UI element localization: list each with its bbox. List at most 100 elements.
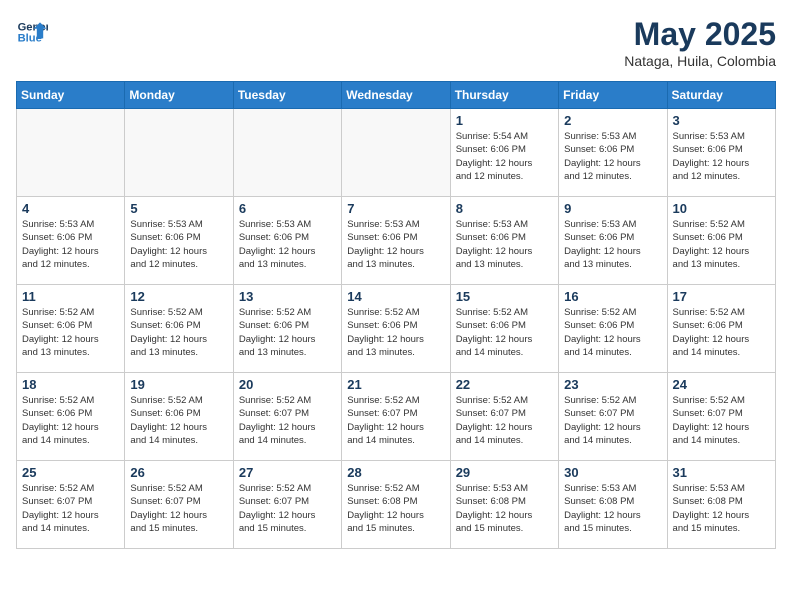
day-number: 25 [22,465,119,480]
day-number: 28 [347,465,444,480]
calendar-cell: 14 Sunrise: 5:52 AM Sunset: 6:06 PM Dayli… [342,285,450,373]
day-info: Sunrise: 5:53 AM Sunset: 6:06 PM Dayligh… [239,218,336,271]
day-info: Sunrise: 5:52 AM Sunset: 6:06 PM Dayligh… [456,306,553,359]
calendar-cell: 5 Sunrise: 5:53 AM Sunset: 6:06 PM Daylig… [125,197,233,285]
calendar-cell: 25 Sunrise: 5:52 AM Sunset: 6:07 PM Dayli… [17,461,125,549]
calendar-cell: 29 Sunrise: 5:53 AM Sunset: 6:08 PM Dayli… [450,461,558,549]
calendar-cell: 31 Sunrise: 5:53 AM Sunset: 6:08 PM Dayli… [667,461,775,549]
calendar-cell: 26Sunrise: 5:52 AM Sunset: 6:07 PM Dayli… [125,461,233,549]
day-info: Sunrise: 5:52 AM Sunset: 6:07 PM Dayligh… [130,482,227,535]
day-number: 27 [239,465,336,480]
calendar-cell [125,109,233,197]
day-info: Sunrise: 5:53 AM Sunset: 6:06 PM Dayligh… [564,130,661,183]
day-info: Sunrise: 5:52 AM Sunset: 6:06 PM Dayligh… [673,306,770,359]
calendar-cell: 3 Sunrise: 5:53 AM Sunset: 6:06 PM Daylig… [667,109,775,197]
col-monday: Monday [125,82,233,109]
title-block: May 2025 Nataga, Huila, Colombia [624,16,776,69]
week-row-3: 11 Sunrise: 5:52 AM Sunset: 6:06 PM Dayli… [17,285,776,373]
day-number: 30 [564,465,661,480]
calendar-cell: 6 Sunrise: 5:53 AM Sunset: 6:06 PM Daylig… [233,197,341,285]
day-info: Sunrise: 5:53 AM Sunset: 6:08 PM Dayligh… [673,482,770,535]
day-number: 29 [456,465,553,480]
col-thursday: Thursday [450,82,558,109]
day-number: 3 [673,113,770,128]
calendar-cell: 12 Sunrise: 5:52 AM Sunset: 6:06 PM Dayli… [125,285,233,373]
day-info: Sunrise: 5:53 AM Sunset: 6:06 PM Dayligh… [673,130,770,183]
day-info: Sunrise: 5:52 AM Sunset: 6:07 PM Dayligh… [456,394,553,447]
day-number: 2 [564,113,661,128]
day-number: 11 [22,289,119,304]
day-info: Sunrise: 5:53 AM Sunset: 6:06 PM Dayligh… [130,218,227,271]
calendar-cell: 7Sunrise: 5:53 AM Sunset: 6:06 PM Daylig… [342,197,450,285]
day-number: 6 [239,201,336,216]
day-info: Sunrise: 5:53 AM Sunset: 6:08 PM Dayligh… [564,482,661,535]
calendar-cell: 27Sunrise: 5:52 AM Sunset: 6:07 PM Dayli… [233,461,341,549]
calendar-cell: 11 Sunrise: 5:52 AM Sunset: 6:06 PM Dayli… [17,285,125,373]
week-row-4: 18 Sunrise: 5:52 AM Sunset: 6:06 PM Dayli… [17,373,776,461]
calendar-cell: 18 Sunrise: 5:52 AM Sunset: 6:06 PM Dayli… [17,373,125,461]
week-row-1: 1 Sunrise: 5:54 AM Sunset: 6:06 PM Daylig… [17,109,776,197]
month-year: May 2025 [624,16,776,53]
day-number: 12 [130,289,227,304]
day-info: Sunrise: 5:53 AM Sunset: 6:06 PM Dayligh… [456,218,553,271]
col-friday: Friday [559,82,667,109]
col-sunday: Sunday [17,82,125,109]
calendar-header-row: Sunday Monday Tuesday Wednesday Thursday… [17,82,776,109]
day-info: Sunrise: 5:53 AM Sunset: 6:06 PM Dayligh… [347,218,444,271]
week-row-2: 4 Sunrise: 5:53 AM Sunset: 6:06 PM Daylig… [17,197,776,285]
day-info: Sunrise: 5:54 AM Sunset: 6:06 PM Dayligh… [456,130,553,183]
calendar-cell: 16 Sunrise: 5:52 AM Sunset: 6:06 PM Dayli… [559,285,667,373]
day-info: Sunrise: 5:52 AM Sunset: 6:07 PM Dayligh… [564,394,661,447]
calendar-cell: 19Sunrise: 5:52 AM Sunset: 6:06 PM Dayli… [125,373,233,461]
day-info: Sunrise: 5:52 AM Sunset: 6:06 PM Dayligh… [673,218,770,271]
day-number: 19 [130,377,227,392]
day-info: Sunrise: 5:52 AM Sunset: 6:06 PM Dayligh… [239,306,336,359]
calendar-cell [17,109,125,197]
day-number: 16 [564,289,661,304]
calendar-cell: 13 Sunrise: 5:52 AM Sunset: 6:06 PM Dayli… [233,285,341,373]
calendar-cell: 15 Sunrise: 5:52 AM Sunset: 6:06 PM Dayli… [450,285,558,373]
page-header: General Blue May 2025 Nataga, Huila, Col… [16,16,776,69]
day-info: Sunrise: 5:52 AM Sunset: 6:07 PM Dayligh… [239,394,336,447]
logo-icon: General Blue [16,16,48,48]
calendar-cell: 17 Sunrise: 5:52 AM Sunset: 6:06 PM Dayli… [667,285,775,373]
day-info: Sunrise: 5:52 AM Sunset: 6:08 PM Dayligh… [347,482,444,535]
day-number: 10 [673,201,770,216]
day-number: 4 [22,201,119,216]
day-info: Sunrise: 5:52 AM Sunset: 6:07 PM Dayligh… [22,482,119,535]
day-info: Sunrise: 5:52 AM Sunset: 6:07 PM Dayligh… [673,394,770,447]
logo: General Blue [16,16,48,48]
calendar-cell: 4Sunrise: 5:53 AM Sunset: 6:06 PM Daylig… [17,197,125,285]
day-number: 14 [347,289,444,304]
day-info: Sunrise: 5:52 AM Sunset: 6:06 PM Dayligh… [564,306,661,359]
day-info: Sunrise: 5:52 AM Sunset: 6:07 PM Dayligh… [347,394,444,447]
day-info: Sunrise: 5:53 AM Sunset: 6:06 PM Dayligh… [564,218,661,271]
calendar-cell: 2 Sunrise: 5:53 AM Sunset: 6:06 PM Daylig… [559,109,667,197]
day-number: 5 [130,201,227,216]
day-info: Sunrise: 5:53 AM Sunset: 6:08 PM Dayligh… [456,482,553,535]
day-info: Sunrise: 5:52 AM Sunset: 6:06 PM Dayligh… [22,394,119,447]
day-number: 20 [239,377,336,392]
day-number: 8 [456,201,553,216]
day-number: 23 [564,377,661,392]
day-info: Sunrise: 5:52 AM Sunset: 6:06 PM Dayligh… [347,306,444,359]
day-number: 13 [239,289,336,304]
col-wednesday: Wednesday [342,82,450,109]
day-info: Sunrise: 5:52 AM Sunset: 6:06 PM Dayligh… [22,306,119,359]
day-number: 31 [673,465,770,480]
location: Nataga, Huila, Colombia [624,53,776,69]
day-number: 15 [456,289,553,304]
calendar-cell: 1 Sunrise: 5:54 AM Sunset: 6:06 PM Daylig… [450,109,558,197]
day-number: 17 [673,289,770,304]
day-number: 24 [673,377,770,392]
day-info: Sunrise: 5:52 AM Sunset: 6:06 PM Dayligh… [130,306,227,359]
day-number: 1 [456,113,553,128]
day-number: 22 [456,377,553,392]
calendar-cell: 20 Sunrise: 5:52 AM Sunset: 6:07 PM Dayli… [233,373,341,461]
week-row-5: 25 Sunrise: 5:52 AM Sunset: 6:07 PM Dayli… [17,461,776,549]
day-number: 18 [22,377,119,392]
calendar-cell: 23 Sunrise: 5:52 AM Sunset: 6:07 PM Dayli… [559,373,667,461]
calendar-cell: 10 Sunrise: 5:52 AM Sunset: 6:06 PM Dayli… [667,197,775,285]
calendar-cell: 21 Sunrise: 5:52 AM Sunset: 6:07 PM Dayli… [342,373,450,461]
day-number: 21 [347,377,444,392]
